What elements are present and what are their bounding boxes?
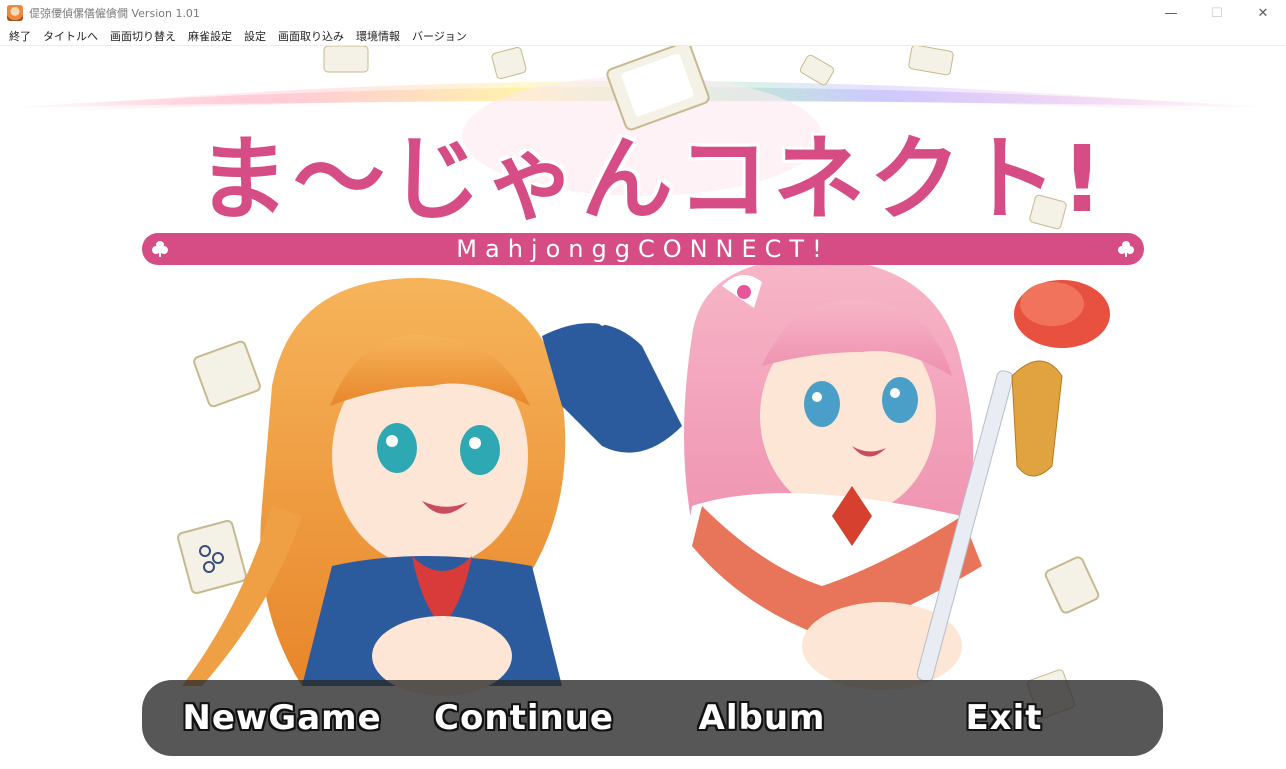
- menu-bar: 終了 タイトルへ 画面切り替え 麻雀設定 設定 画面取り込み 環境情報 バージョ…: [0, 26, 1286, 46]
- new-game-button[interactable]: NewGame: [182, 680, 382, 756]
- menu-item-quit[interactable]: 終了: [0, 28, 37, 44]
- close-button[interactable]: ✕: [1240, 0, 1286, 26]
- continue-button[interactable]: Continue: [424, 680, 624, 756]
- title-bar: 偍弶偠偵傫僐僱僋僩 Version 1.01 — ☐ ✕: [0, 0, 1286, 26]
- exit-button[interactable]: Exit: [904, 680, 1104, 756]
- game-window: 偍弶偠偵傫僐僱僋僩 Version 1.01 — ☐ ✕ 終了 タイトルへ 画面…: [0, 0, 1286, 769]
- menu-item-settings[interactable]: 設定: [238, 28, 272, 44]
- menu-item-version[interactable]: バージョン: [406, 28, 473, 44]
- logo-english: MahjonggCONNECT!: [456, 235, 830, 263]
- pink-hair-character: [662, 257, 1110, 690]
- window-title: 偍弶偠偵傫僐僱僋僩 Version 1.01: [29, 7, 200, 20]
- album-button[interactable]: Album: [662, 680, 862, 756]
- title-menu-bar: NewGame Continue Album Exit: [142, 680, 1163, 756]
- minimize-button[interactable]: —: [1148, 0, 1194, 26]
- menu-item-to-title[interactable]: タイトルへ: [37, 28, 104, 44]
- clover-icon: [1118, 241, 1134, 257]
- game-screen: ま〜じゃんコネクト! MahjonggCONNECT! NewGame Cont…: [2, 46, 1284, 767]
- menu-item-mahjong-settings[interactable]: 麻雀設定: [182, 28, 238, 44]
- maximize-button[interactable]: ☐: [1194, 0, 1240, 26]
- menu-item-environment-info[interactable]: 環境情報: [350, 28, 406, 44]
- menu-item-screen-switch[interactable]: 画面切り替え: [104, 28, 182, 44]
- app-icon: [7, 5, 23, 21]
- orange-hair-character: [182, 277, 682, 696]
- logo-japanese: ま〜じゃんコネクト!: [197, 125, 1107, 233]
- logo-banner: MahjonggCONNECT!: [142, 233, 1144, 265]
- menu-item-screen-capture[interactable]: 画面取り込み: [272, 28, 350, 44]
- window-controls: — ☐ ✕: [1148, 0, 1286, 26]
